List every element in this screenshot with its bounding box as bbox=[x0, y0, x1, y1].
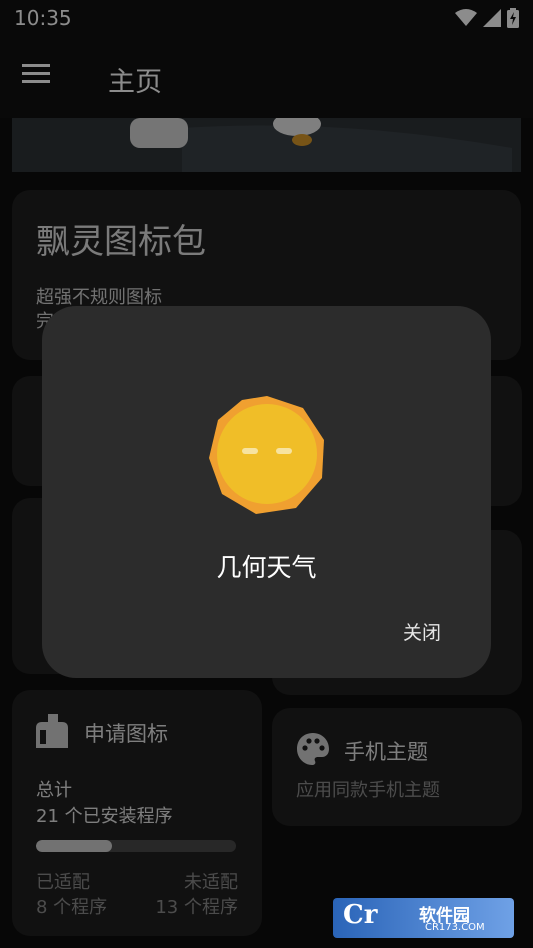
geometric-weather-icon bbox=[209, 396, 324, 514]
dialog-title: 几何天气 bbox=[216, 553, 317, 582]
watermark-url: CR173.COM bbox=[425, 922, 485, 933]
watermark-brand: Cr bbox=[343, 900, 378, 930]
watermark-logo: Cr 软件园 CR173.COM bbox=[333, 898, 514, 938]
close-button[interactable]: 关闭 bbox=[403, 618, 441, 645]
app-info-dialog: 几何天气 关闭 bbox=[42, 306, 491, 678]
